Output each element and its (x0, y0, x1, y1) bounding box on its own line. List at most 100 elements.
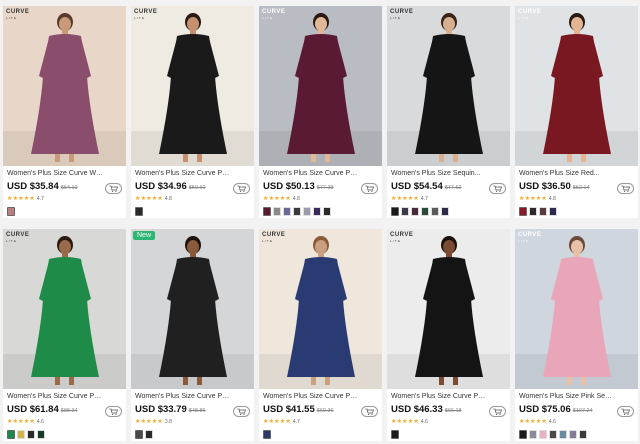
color-swatch[interactable] (579, 430, 587, 439)
product-title[interactable]: Women's Plus Size Curve Par... (263, 169, 359, 179)
color-swatch[interactable] (421, 207, 429, 216)
product-image[interactable]: CURVE LITE (515, 6, 638, 166)
color-swatch[interactable] (549, 430, 557, 439)
product-image[interactable]: CURVE LITE (259, 229, 382, 389)
star-rating-icon: ★★★★★ (7, 418, 35, 425)
cart-icon (109, 185, 118, 192)
product-card[interactable]: CURVE LITE Women's Plus Size Curve Pro...… (259, 229, 382, 441)
add-to-cart-button[interactable] (617, 183, 634, 194)
product-title[interactable]: Women's Plus Size Pink Sequ... (519, 392, 615, 402)
original-price: $50.60 (188, 185, 206, 191)
product-card[interactable]: CURVE LITE Women's Plus Size Pink Sequ...… (515, 229, 638, 441)
product-image[interactable]: CURVE LITE (387, 6, 510, 166)
color-swatch[interactable] (135, 207, 143, 216)
cart-icon (237, 408, 246, 415)
product-card[interactable]: New Women's Plus Size Curve Par... USD $… (131, 229, 254, 441)
color-swatch[interactable] (569, 430, 577, 439)
product-title[interactable]: Women's Plus Size Curve Par... (135, 392, 231, 402)
color-swatch[interactable] (135, 430, 143, 439)
cart-icon (621, 408, 630, 415)
color-swatch[interactable] (27, 430, 35, 439)
color-swatch[interactable] (539, 430, 547, 439)
color-swatch[interactable] (263, 207, 271, 216)
color-swatch[interactable] (273, 207, 281, 216)
product-image[interactable]: CURVE LITE (3, 6, 126, 166)
color-swatch[interactable] (441, 207, 449, 216)
color-swatch[interactable] (7, 207, 15, 216)
color-swatch[interactable] (529, 207, 537, 216)
color-swatch[interactable] (519, 207, 527, 216)
color-swatch[interactable] (549, 207, 557, 216)
product-title[interactable]: Women's Plus Size Curve Par... (135, 169, 231, 179)
rating-score: 4.6 (420, 418, 428, 425)
product-card[interactable]: CURVE LITE Women's Plus Size Sequin... US… (387, 6, 510, 218)
sale-price: USD $75.06 (519, 404, 571, 415)
rating-row: ★★★★★ 4.8 (263, 194, 378, 203)
product-image[interactable]: CURVE LITE (3, 229, 126, 389)
rating-score: 4.8 (164, 195, 172, 202)
product-card[interactable]: CURVE LITE Women's Plus Size Red... USD $… (515, 6, 638, 218)
product-image[interactable]: CURVE LITE (515, 229, 638, 389)
add-to-cart-button[interactable] (489, 183, 506, 194)
model-photo (259, 229, 382, 389)
add-to-cart-button[interactable] (233, 183, 250, 194)
cart-icon (365, 408, 374, 415)
color-swatch[interactable] (559, 430, 567, 439)
product-card[interactable]: CURVE LITE Women's Plus Size Curve Par...… (131, 6, 254, 218)
color-swatch[interactable] (323, 207, 331, 216)
sale-price: USD $54.54 (391, 181, 443, 192)
product-image[interactable]: CURVE LITE (131, 6, 254, 166)
model-photo (515, 6, 638, 166)
model-photo (387, 229, 510, 389)
color-swatch[interactable] (145, 430, 153, 439)
color-swatch[interactable] (283, 207, 291, 216)
product-card[interactable]: CURVE LITE Women's Plus Size Curve Par...… (259, 6, 382, 218)
brand-logo: CURVE LITE (6, 9, 30, 20)
color-swatch[interactable] (313, 207, 321, 216)
product-title[interactable]: Women's Plus Size Curve Par... (7, 392, 103, 402)
product-card[interactable]: CURVE LITE Women's Plus Size Curve Wo... … (3, 6, 126, 218)
add-to-cart-button[interactable] (361, 183, 378, 194)
product-card[interactable]: CURVE LITE Women's Plus Size Curve Par...… (3, 229, 126, 441)
color-swatch[interactable] (411, 207, 419, 216)
color-swatch[interactable] (391, 430, 399, 439)
model-photo (131, 6, 254, 166)
color-swatch[interactable] (303, 207, 311, 216)
rating-row: ★★★★★ 4.7 (7, 194, 122, 203)
add-to-cart-button[interactable] (233, 406, 250, 417)
color-swatch[interactable] (293, 207, 301, 216)
color-swatches (263, 430, 378, 439)
cart-icon (365, 185, 374, 192)
add-to-cart-button[interactable] (361, 406, 378, 417)
color-swatch[interactable] (7, 430, 15, 439)
color-swatch[interactable] (519, 430, 527, 439)
color-swatch[interactable] (17, 430, 25, 439)
add-to-cart-button[interactable] (105, 183, 122, 194)
product-image[interactable]: CURVE LITE (259, 6, 382, 166)
color-swatch[interactable] (391, 207, 399, 216)
rating-row: ★★★★★ 4.6 (391, 417, 506, 426)
add-to-cart-button[interactable] (105, 406, 122, 417)
add-to-cart-button[interactable] (617, 406, 634, 417)
product-title[interactable]: Women's Plus Size Curve Pro... (263, 392, 359, 402)
product-title[interactable]: Women's Plus Size Curve Wo... (7, 169, 103, 179)
star-rating-icon: ★★★★★ (391, 195, 419, 202)
color-swatch[interactable] (529, 430, 537, 439)
brand-logo: CURVE LITE (262, 232, 286, 243)
color-swatch[interactable] (37, 430, 45, 439)
product-title[interactable]: Women's Plus Size Curve Par... (391, 392, 487, 402)
color-swatch[interactable] (401, 207, 409, 216)
color-swatch[interactable] (431, 207, 439, 216)
product-image[interactable]: CURVE LITE (387, 229, 510, 389)
star-rating-icon: ★★★★★ (519, 418, 547, 425)
product-title[interactable]: Women's Plus Size Red... (519, 169, 615, 179)
add-to-cart-button[interactable] (489, 406, 506, 417)
rating-row: ★★★★★ 4.6 (519, 417, 634, 426)
product-card[interactable]: CURVE LITE Women's Plus Size Curve Par...… (387, 229, 510, 441)
brand-logo: CURVE LITE (390, 232, 414, 243)
color-swatch[interactable] (263, 430, 271, 439)
color-swatch[interactable] (539, 207, 547, 216)
product-title[interactable]: Women's Plus Size Sequin... (391, 169, 487, 179)
color-swatches (519, 207, 634, 216)
product-image[interactable]: New (131, 229, 254, 389)
